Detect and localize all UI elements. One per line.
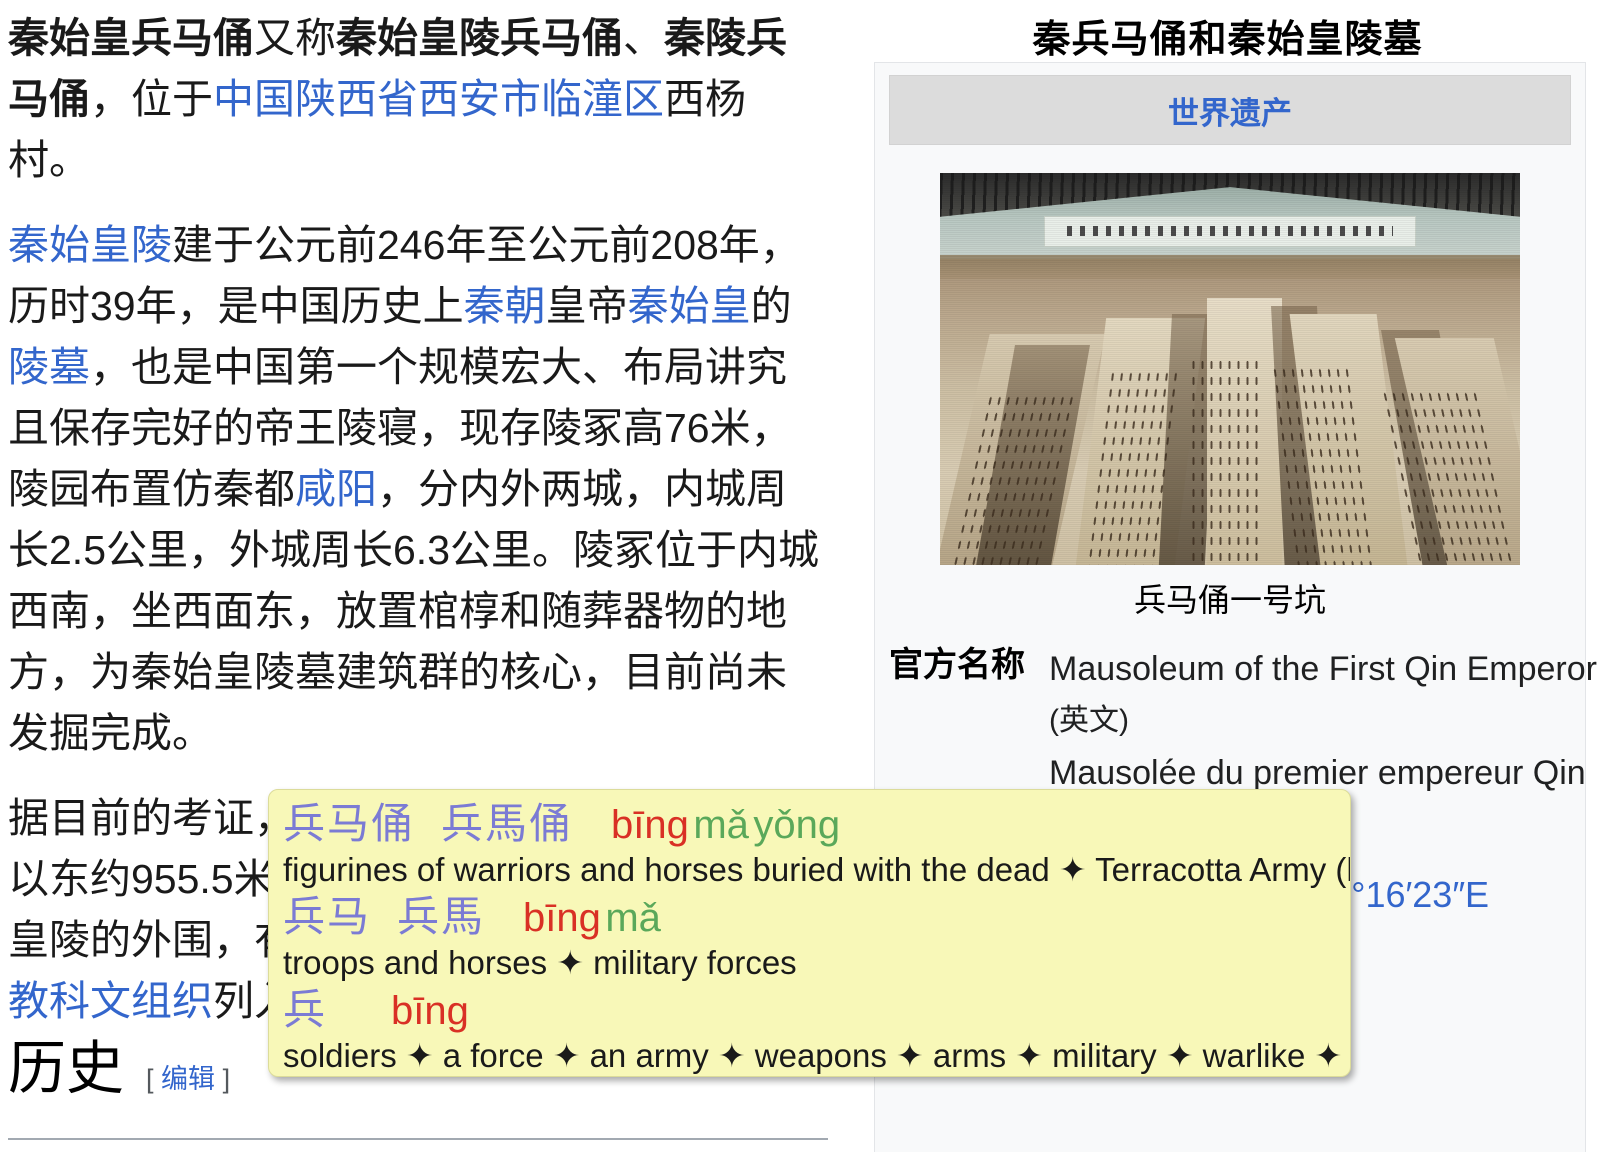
terracotta-army-pit-photo [940, 173, 1520, 565]
entry-definition: figurines of warriors and horses buried … [283, 851, 1350, 888]
lead-paragraph: 秦始皇兵马俑又称秦始皇陵兵马俑、秦陵兵马俑，位于中国陕西省西安市临潼区西杨村。 [0, 8, 845, 191]
term-alias-1: 秦始皇陵兵马俑 [336, 15, 623, 61]
link-qin-dynasty[interactable]: 秦朝 [464, 283, 546, 329]
infobox-row-label: 官方名称 [889, 646, 1025, 684]
official-name-en-lang: (英文) [1049, 704, 1129, 737]
link-xianyang[interactable]: 咸阳 [295, 466, 377, 512]
entry-simplified: 兵马俑 [283, 800, 416, 847]
dictionary-entry: 兵马 兵馬 bīng mǎ troops and horses ✦ milita… [283, 893, 1336, 983]
p3-text-1: 据目前的考证， [8, 795, 295, 841]
bracket-close: ] [222, 1064, 231, 1094]
lead-text-1: 又称 [254, 15, 336, 61]
dictionary-popup[interactable]: 兵马俑 兵馬俑 bīng mǎ yǒng figurines of warrio… [268, 789, 1351, 1077]
infobox-image-wrap [889, 173, 1571, 565]
entry-pinyin-syllable: bīng [391, 989, 469, 1033]
p2-text-3: 的 [750, 283, 792, 329]
lead-text-2: ，位于 [90, 76, 213, 122]
edit-link[interactable]: 编辑 [161, 1064, 215, 1094]
entry-definition: soldiers ✦ a force ✦ an army ✦ weapons ✦… [283, 1037, 1350, 1074]
section-title: 历史 [8, 1036, 125, 1101]
entry-pinyin-syllable: bīng [611, 803, 689, 847]
bracket-open: [ [146, 1064, 154, 1094]
infobox-header-label[interactable]: 世界遗产 [1168, 88, 1292, 133]
link-qin-shi-huang[interactable]: 秦始皇 [628, 283, 751, 329]
section-edit-link: [ 编辑 ] [146, 1057, 230, 1096]
entry-simplified: 兵 [283, 986, 328, 1033]
entry-headword-row: 兵 bīng [283, 986, 1336, 1035]
section-heading-rule [8, 1138, 828, 1140]
entry-traditional: 兵馬俑 [441, 800, 574, 847]
link-location[interactable]: 中国陕西省西安市临潼区 [213, 76, 664, 122]
entry-pinyin-syllable: yǒng [753, 803, 841, 847]
entry-pinyin-syllable: mǎ [605, 896, 661, 940]
official-name-en: Mausoleum of the First Qin Emperor [1049, 650, 1597, 688]
entry-pinyin-syllable: bīng [523, 896, 601, 940]
entry-traditional: 兵馬 [397, 893, 486, 940]
wikipedia-article-page: 秦始皇兵马俑又称秦始皇陵兵马俑、秦陵兵马俑，位于中国陕西省西安市临潼区西杨村。 … [0, 0, 1599, 1152]
infobox-image-caption: 兵马俑一号坑 [1133, 582, 1326, 618]
entry-definition: troops and horses ✦ military forces [283, 944, 797, 981]
link-qin-mausoleum[interactable]: 秦始皇陵 [8, 222, 172, 268]
paragraph-mausoleum: 秦始皇陵建于公元前246年至公元前208年，历时39年，是中国历史上秦朝皇帝秦始… [0, 215, 845, 764]
link-unesco[interactable]: 教科文组织 [8, 978, 213, 1024]
entry-simplified: 兵马 [283, 893, 372, 940]
infobox-title: 秦兵马俑和秦始皇陵墓 [1032, 19, 1423, 61]
dictionary-entry: 兵 bīng soldiers ✦ a force ✦ an army ✦ we… [283, 986, 1350, 1076]
link-tomb[interactable]: 陵墓 [8, 344, 90, 390]
infobox-header: 世界遗产 [889, 75, 1571, 145]
term-primary: 秦始皇兵马俑 [8, 15, 254, 61]
entry-headword-row: 兵马俑 兵馬俑 bīng mǎ yǒng [283, 800, 1336, 849]
entry-pinyin-syllable: mǎ [693, 803, 749, 847]
lead-sep-1: 、 [623, 15, 664, 61]
entry-headword-row: 兵马 兵馬 bīng mǎ [283, 893, 1336, 942]
p2-text-2: 皇帝 [545, 283, 628, 329]
dictionary-entry: 兵马俑 兵馬俑 bīng mǎ yǒng figurines of warrio… [283, 800, 1350, 890]
